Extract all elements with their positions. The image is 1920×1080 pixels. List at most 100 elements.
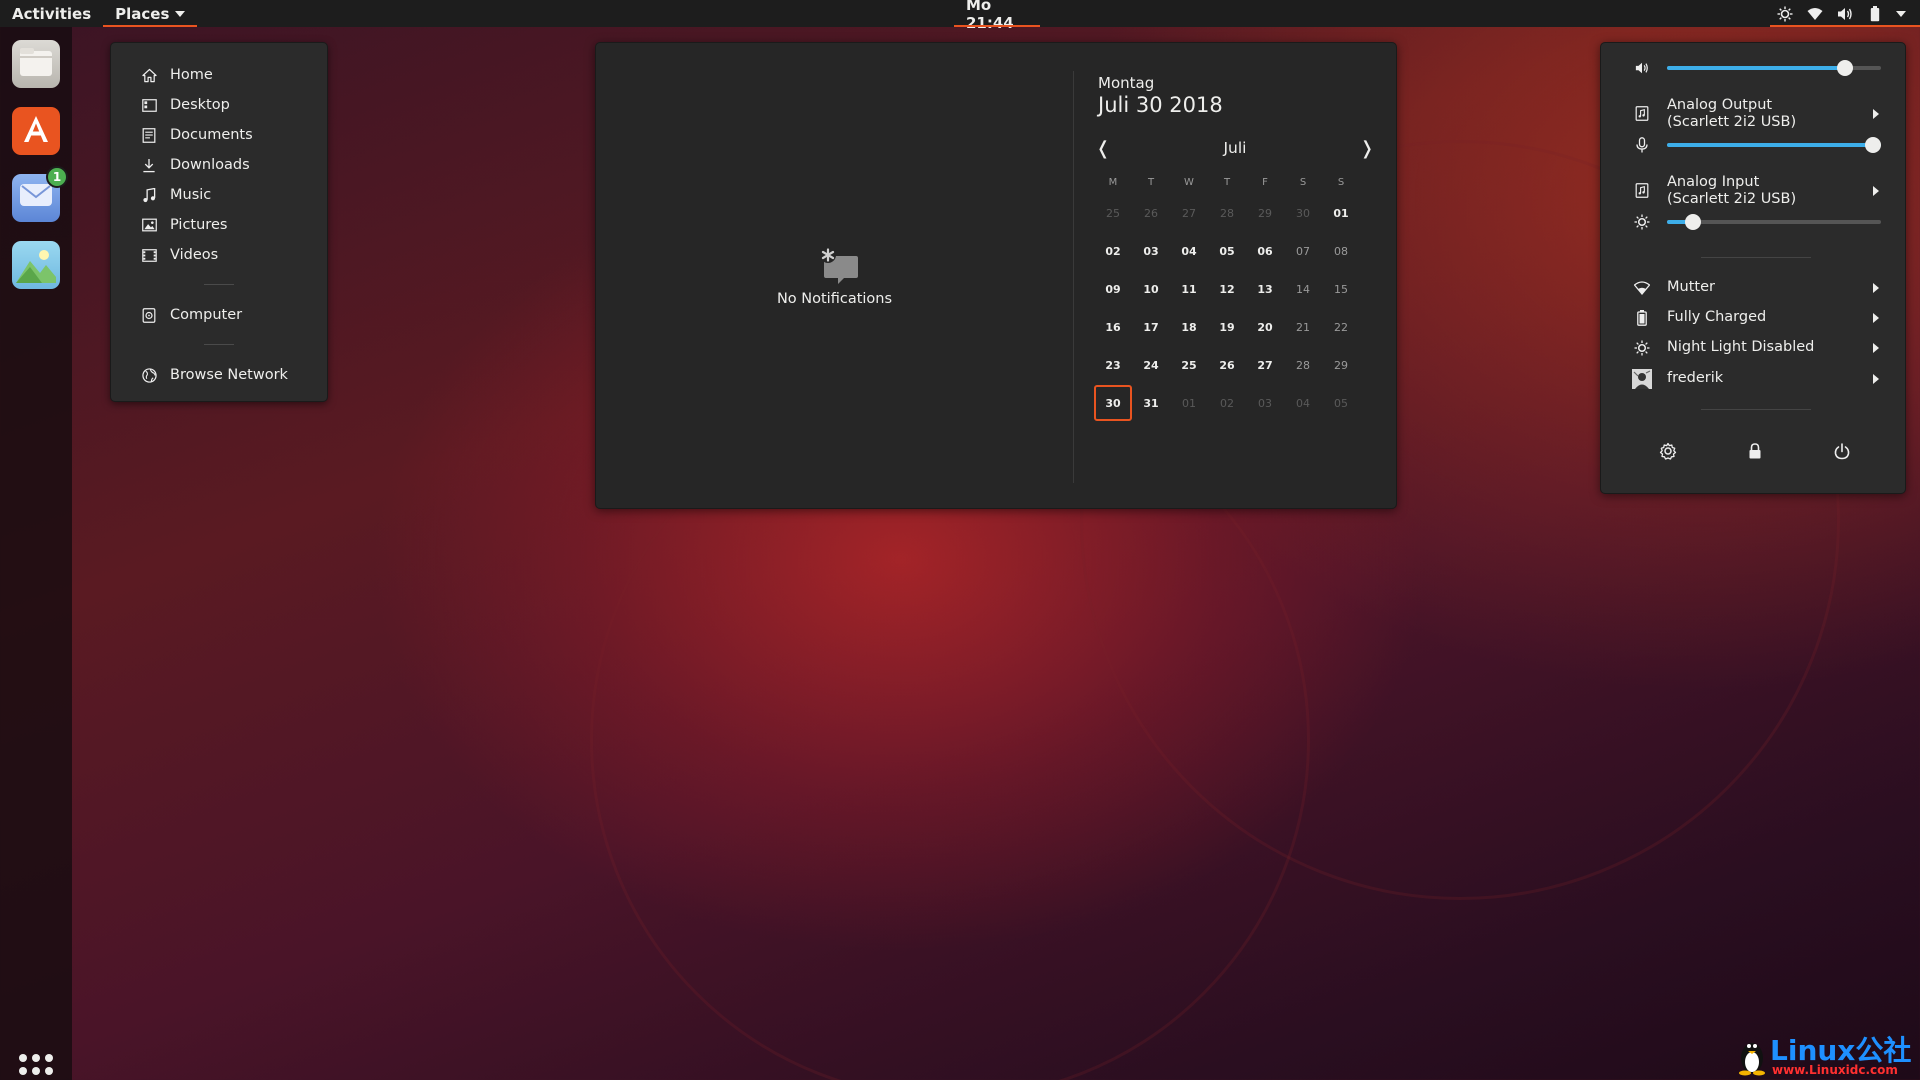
notification-badge: 1 xyxy=(46,166,68,188)
places-label: Places xyxy=(115,4,170,23)
calendar-day[interactable]: 27 xyxy=(1246,347,1284,383)
mail-icon xyxy=(19,182,53,214)
calendar-day[interactable]: 12 xyxy=(1208,271,1246,307)
places-item-music[interactable]: Music xyxy=(111,180,327,210)
dock-app-mail[interactable]: 1 xyxy=(12,166,68,222)
calendar-day[interactable]: 02 xyxy=(1208,385,1246,421)
user-row[interactable]: frederik xyxy=(1601,365,1907,393)
calendar-day[interactable]: 15 xyxy=(1322,271,1360,307)
settings-button[interactable] xyxy=(1648,433,1688,473)
calendar-day[interactable]: 10 xyxy=(1132,271,1170,307)
places-item-videos[interactable]: Videos xyxy=(111,240,327,270)
calendar-day[interactable]: 25 xyxy=(1094,195,1132,231)
menu-separator xyxy=(204,344,234,345)
places-item-home[interactable]: Home xyxy=(111,60,327,90)
calendar-day[interactable]: 13 xyxy=(1246,271,1284,307)
volume-slider[interactable] xyxy=(1667,60,1881,76)
audio-input-row[interactable]: Analog Input (Scarlett 2i2 USB) xyxy=(1601,170,1907,210)
wifi-icon xyxy=(1633,279,1651,297)
calendar-day[interactable]: 03 xyxy=(1246,385,1284,421)
calendar-day[interactable]: 24 xyxy=(1132,347,1170,383)
calendar-day[interactable]: 17 xyxy=(1132,309,1170,345)
calendar-day[interactable]: 07 xyxy=(1284,233,1322,269)
slider-knob[interactable] xyxy=(1684,214,1701,230)
calendar-day[interactable]: 04 xyxy=(1284,385,1322,421)
slider-knob[interactable] xyxy=(1836,60,1853,76)
calendar-day[interactable]: 16 xyxy=(1094,309,1132,345)
calendar-day[interactable]: 28 xyxy=(1284,347,1322,383)
places-item-browse-network[interactable]: Browse Network xyxy=(111,360,327,390)
calendar-day[interactable]: 01 xyxy=(1322,195,1360,231)
calendar-day[interactable]: 27 xyxy=(1170,195,1208,231)
dock-app-image-viewer[interactable] xyxy=(12,241,60,289)
calendar-day[interactable]: 05 xyxy=(1322,385,1360,421)
lock-icon xyxy=(1748,443,1762,463)
calendar-day[interactable]: 21 xyxy=(1284,309,1322,345)
calendar-day[interactable]: 06 xyxy=(1246,233,1284,269)
calendar-day[interactable]: 28 xyxy=(1208,195,1246,231)
lock-button[interactable] xyxy=(1735,433,1775,473)
calendar-day[interactable]: 14 xyxy=(1284,271,1322,307)
wifi-row[interactable]: Mutter xyxy=(1601,275,1907,301)
network-globe-icon xyxy=(141,367,157,383)
places-item-label: Home xyxy=(170,67,213,83)
chevron-right-icon[interactable]: ❭ xyxy=(1354,135,1380,161)
calendar-day[interactable]: 29 xyxy=(1246,195,1284,231)
calendar-day[interactable]: 30 xyxy=(1284,195,1322,231)
places-item-label: Desktop xyxy=(170,97,230,113)
clock-button[interactable]: Mo 21:44 xyxy=(954,0,1040,32)
calendar-day[interactable]: 19 xyxy=(1208,309,1246,345)
wifi-label: Mutter xyxy=(1667,279,1715,295)
calendar-day[interactable]: 31 xyxy=(1132,385,1170,421)
audio-output-row[interactable]: Analog Output (Scarlett 2i2 USB) xyxy=(1601,93,1907,133)
brightness-slider[interactable] xyxy=(1667,214,1881,230)
calendar-day[interactable]: 05 xyxy=(1208,233,1246,269)
places-item-documents[interactable]: Documents xyxy=(111,120,327,150)
calendar-day[interactable]: 18 xyxy=(1170,309,1208,345)
calendar-day[interactable]: 03 xyxy=(1132,233,1170,269)
calendar-day[interactable]: 08 xyxy=(1322,233,1360,269)
calendar-day[interactable]: 11 xyxy=(1170,271,1208,307)
calendar-week-row: 02 03 04 05 06 07 08 xyxy=(1094,232,1360,270)
calendar-day[interactable]: 25 xyxy=(1170,347,1208,383)
battery-row[interactable]: Fully Charged xyxy=(1601,305,1907,331)
calendar-day-today[interactable]: 30 xyxy=(1094,385,1132,421)
calendar-day[interactable]: 26 xyxy=(1132,195,1170,231)
calendar-day[interactable]: 20 xyxy=(1246,309,1284,345)
power-button[interactable] xyxy=(1822,433,1862,473)
chevron-left-icon[interactable]: ❬ xyxy=(1090,135,1116,161)
audio-device-icon xyxy=(1633,104,1651,122)
date-menu-popover: No Notifications Montag Juli 30 2018 ❬ J… xyxy=(595,42,1397,509)
grid-dot xyxy=(32,1054,40,1062)
calendar-day[interactable]: 09 xyxy=(1094,271,1132,307)
calendar-day[interactable]: 04 xyxy=(1170,233,1208,269)
dock-app-files[interactable] xyxy=(12,40,60,88)
system-tray-button[interactable] xyxy=(1770,0,1920,27)
calendar-day[interactable]: 01 xyxy=(1170,385,1208,421)
battery-label: Fully Charged xyxy=(1667,309,1767,325)
calendar-day[interactable]: 02 xyxy=(1094,233,1132,269)
calendar-day[interactable]: 22 xyxy=(1322,309,1360,345)
places-item-label: Computer xyxy=(170,307,243,323)
dock-app-software-center[interactable] xyxy=(12,107,60,155)
calendar-day[interactable]: 26 xyxy=(1208,347,1246,383)
places-menu-button[interactable]: Places xyxy=(103,0,198,27)
calendar-day[interactable]: 29 xyxy=(1322,347,1360,383)
places-item-computer[interactable]: Computer xyxy=(111,300,327,330)
calendar-weekday[interactable]: Montag xyxy=(1098,74,1154,92)
calendar-full-date[interactable]: Juli 30 2018 xyxy=(1098,93,1223,117)
calendar-week-row: 30 31 01 02 03 04 05 xyxy=(1094,384,1360,422)
night-light-row[interactable]: Night Light Disabled xyxy=(1601,335,1907,361)
slider-knob[interactable] xyxy=(1865,137,1881,153)
audio-device-icon xyxy=(1633,181,1651,199)
calendar-month-label: Juli xyxy=(1223,139,1247,157)
places-item-pictures[interactable]: Pictures xyxy=(111,210,327,240)
show-applications-button[interactable] xyxy=(19,1054,53,1080)
microphone-slider[interactable] xyxy=(1667,137,1881,153)
places-item-downloads[interactable]: Downloads xyxy=(111,150,327,180)
places-item-desktop[interactable]: Desktop xyxy=(111,90,327,120)
activities-button[interactable]: Activities xyxy=(0,0,103,27)
places-menu: Home Desktop Documents Downloads Music P… xyxy=(110,42,328,402)
day-header: T xyxy=(1147,176,1155,188)
calendar-day[interactable]: 23 xyxy=(1094,347,1132,383)
